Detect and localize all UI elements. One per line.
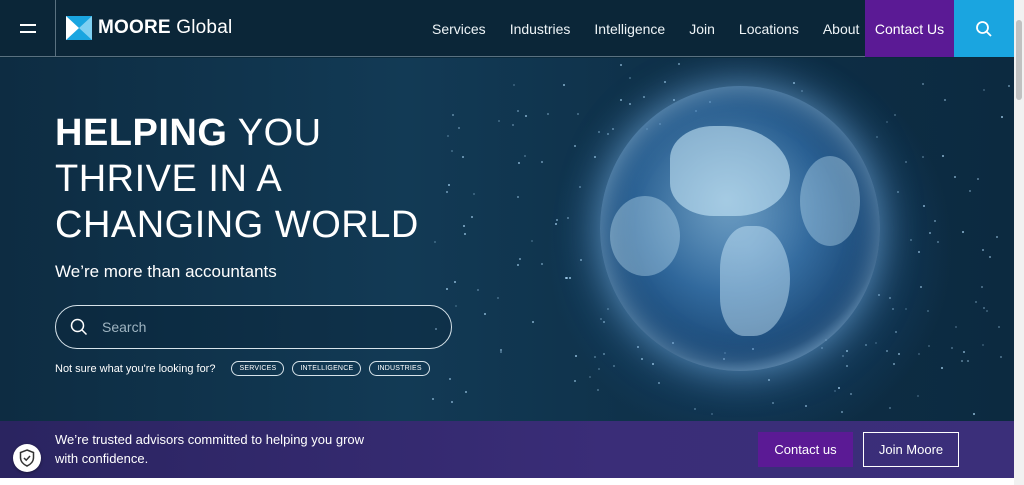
moore-logo-icon xyxy=(66,16,92,40)
pill-intelligence[interactable]: INTELLIGENCE xyxy=(292,361,362,376)
header-search-button[interactable] xyxy=(954,0,1014,57)
search-icon xyxy=(70,318,88,336)
page-scrollbar[interactable] xyxy=(1014,0,1024,485)
search-icon xyxy=(976,20,992,37)
logo-text: MOORE Global xyxy=(98,17,233,38)
hero-search-box[interactable] xyxy=(55,305,452,349)
nav-item-locations[interactable]: Locations xyxy=(727,21,811,37)
logo[interactable]: MOORE Global xyxy=(66,16,232,40)
banner-contact-button[interactable]: Contact us xyxy=(758,432,853,467)
banner-join-button[interactable]: Join Moore xyxy=(863,432,959,467)
hero-search-input[interactable] xyxy=(102,319,402,335)
hamburger-menu-button[interactable] xyxy=(0,0,56,57)
hero-section: HELPING YOU THRIVE IN A CHANGING WORLD W… xyxy=(0,58,1014,421)
contact-us-nav-button[interactable]: Contact Us xyxy=(865,0,954,57)
privacy-settings-button[interactable] xyxy=(13,444,41,472)
nav-item-join[interactable]: Join xyxy=(677,21,727,37)
search-hint-row: Not sure what you're looking for? SERVIC… xyxy=(55,361,430,376)
page-bottom-edge xyxy=(0,478,1014,485)
globe-image xyxy=(600,86,880,371)
nav-item-about[interactable]: About xyxy=(811,21,872,37)
nav-item-services[interactable]: Services xyxy=(420,21,498,37)
pill-services[interactable]: SERVICES xyxy=(231,361,285,376)
nav-item-industries[interactable]: Industries xyxy=(498,21,583,37)
banner-text: We’re trusted advisors committed to help… xyxy=(55,432,365,466)
hamburger-icon xyxy=(19,23,36,26)
shield-check-icon xyxy=(19,449,35,467)
trust-banner: We’re trusted advisors committed to help… xyxy=(0,421,1014,478)
main-nav: Services Industries Intelligence Join Lo… xyxy=(420,0,871,57)
scrollbar-thumb[interactable] xyxy=(1016,20,1022,100)
nav-item-intelligence[interactable]: Intelligence xyxy=(582,21,677,37)
search-hint-text: Not sure what you're looking for? xyxy=(55,362,216,375)
hero-subline: We’re more than accountants xyxy=(55,262,277,281)
pill-industries[interactable]: INDUSTRIES xyxy=(369,361,430,376)
site-header: MOORE Global Services Industries Intelli… xyxy=(0,0,1014,57)
hero-headline: HELPING YOU THRIVE IN A CHANGING WORLD xyxy=(55,112,419,246)
